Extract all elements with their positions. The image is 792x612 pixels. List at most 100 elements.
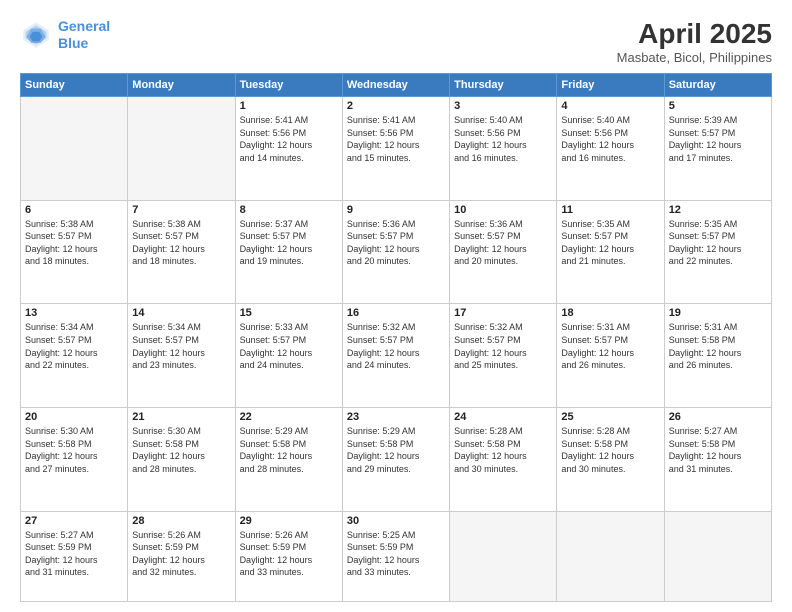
day-number: 26: [669, 411, 767, 423]
calendar-cell: 17 Sunrise: 5:32 AM Sunset: 5:57 PM Dayli…: [450, 304, 557, 408]
day-info: Sunrise: 5:33 AM Sunset: 5:57 PM Dayligh…: [240, 321, 338, 371]
calendar-week-row: 1 Sunrise: 5:41 AM Sunset: 5:56 PM Daylig…: [21, 97, 772, 201]
day-number: 25: [561, 411, 659, 423]
day-number: 22: [240, 411, 338, 423]
day-number: 4: [561, 100, 659, 112]
calendar-cell: 26 Sunrise: 5:27 AM Sunset: 5:58 PM Dayli…: [664, 408, 771, 512]
day-number: 12: [669, 204, 767, 216]
calendar-day-header: Saturday: [664, 74, 771, 97]
day-info: Sunrise: 5:40 AM Sunset: 5:56 PM Dayligh…: [561, 114, 659, 164]
calendar-week-row: 27 Sunrise: 5:27 AM Sunset: 5:59 PM Dayli…: [21, 511, 772, 601]
subtitle: Masbate, Bicol, Philippines: [617, 50, 772, 65]
title-block: April 2025 Masbate, Bicol, Philippines: [617, 18, 772, 65]
calendar-cell: [21, 97, 128, 201]
calendar-cell: 9 Sunrise: 5:36 AM Sunset: 5:57 PM Daylig…: [342, 200, 449, 304]
day-number: 14: [132, 307, 230, 319]
day-info: Sunrise: 5:41 AM Sunset: 5:56 PM Dayligh…: [240, 114, 338, 164]
day-info: Sunrise: 5:29 AM Sunset: 5:58 PM Dayligh…: [347, 425, 445, 475]
day-info: Sunrise: 5:25 AM Sunset: 5:59 PM Dayligh…: [347, 529, 445, 579]
calendar-day-header: Thursday: [450, 74, 557, 97]
calendar-day-header: Sunday: [21, 74, 128, 97]
day-number: 24: [454, 411, 552, 423]
calendar-cell: 30 Sunrise: 5:25 AM Sunset: 5:59 PM Dayli…: [342, 511, 449, 601]
day-info: Sunrise: 5:37 AM Sunset: 5:57 PM Dayligh…: [240, 218, 338, 268]
day-number: 20: [25, 411, 123, 423]
day-info: Sunrise: 5:36 AM Sunset: 5:57 PM Dayligh…: [347, 218, 445, 268]
day-number: 15: [240, 307, 338, 319]
calendar-cell: 2Sunrise: 5:41 AM Sunset: 5:56 PM Daylig…: [342, 97, 449, 201]
day-info: Sunrise: 5:36 AM Sunset: 5:57 PM Dayligh…: [454, 218, 552, 268]
day-info: Sunrise: 5:31 AM Sunset: 5:58 PM Dayligh…: [669, 321, 767, 371]
calendar-cell: 27 Sunrise: 5:27 AM Sunset: 5:59 PM Dayli…: [21, 511, 128, 601]
calendar-cell: 18Sunrise: 5:31 AM Sunset: 5:57 PM Dayli…: [557, 304, 664, 408]
day-info: Sunrise: 5:29 AM Sunset: 5:58 PM Dayligh…: [240, 425, 338, 475]
day-info: Sunrise: 5:35 AM Sunset: 5:57 PM Dayligh…: [561, 218, 659, 268]
calendar-table: SundayMondayTuesdayWednesdayThursdayFrid…: [20, 73, 772, 602]
calendar-cell: 11 Sunrise: 5:35 AM Sunset: 5:57 PM Dayli…: [557, 200, 664, 304]
day-number: 9: [347, 204, 445, 216]
calendar-week-row: 6Sunrise: 5:38 AM Sunset: 5:57 PM Daylig…: [21, 200, 772, 304]
calendar-cell: 10Sunrise: 5:36 AM Sunset: 5:57 PM Dayli…: [450, 200, 557, 304]
calendar-cell: 20Sunrise: 5:30 AM Sunset: 5:58 PM Dayli…: [21, 408, 128, 512]
day-info: Sunrise: 5:41 AM Sunset: 5:56 PM Dayligh…: [347, 114, 445, 164]
day-info: Sunrise: 5:32 AM Sunset: 5:57 PM Dayligh…: [454, 321, 552, 371]
calendar-cell: 25Sunrise: 5:28 AM Sunset: 5:58 PM Dayli…: [557, 408, 664, 512]
calendar-day-header: Wednesday: [342, 74, 449, 97]
day-number: 21: [132, 411, 230, 423]
logo-line1: General: [58, 18, 110, 34]
day-info: Sunrise: 5:34 AM Sunset: 5:57 PM Dayligh…: [132, 321, 230, 371]
day-info: Sunrise: 5:27 AM Sunset: 5:59 PM Dayligh…: [25, 529, 123, 579]
day-number: 27: [25, 515, 123, 527]
calendar-week-row: 13Sunrise: 5:34 AM Sunset: 5:57 PM Dayli…: [21, 304, 772, 408]
day-number: 5: [669, 100, 767, 112]
logo: General Blue: [20, 18, 110, 52]
calendar-cell: 3 Sunrise: 5:40 AM Sunset: 5:56 PM Daylig…: [450, 97, 557, 201]
calendar-cell: 16 Sunrise: 5:32 AM Sunset: 5:57 PM Dayli…: [342, 304, 449, 408]
calendar-day-header: Tuesday: [235, 74, 342, 97]
calendar-cell: [664, 511, 771, 601]
calendar-cell: 23 Sunrise: 5:29 AM Sunset: 5:58 PM Dayli…: [342, 408, 449, 512]
logo-icon: [20, 19, 52, 51]
calendar-cell: 8Sunrise: 5:37 AM Sunset: 5:57 PM Daylig…: [235, 200, 342, 304]
day-info: Sunrise: 5:30 AM Sunset: 5:58 PM Dayligh…: [132, 425, 230, 475]
calendar-week-row: 20 Sunrise: 5:30 AM Sunset: 5:58 PM Dayli…: [21, 408, 772, 512]
calendar-cell: 7Sunrise: 5:38 AM Sunset: 5:57 PM Daylig…: [128, 200, 235, 304]
header: General Blue April 2025 Masbate, Bicol, …: [20, 18, 772, 65]
day-number: 29: [240, 515, 338, 527]
day-info: Sunrise: 5:32 AM Sunset: 5:57 PM Dayligh…: [347, 321, 445, 371]
day-number: 19: [669, 307, 767, 319]
logo-text: General Blue: [58, 18, 110, 52]
calendar-cell: 5 Sunrise: 5:39 AM Sunset: 5:57 PM Daylig…: [664, 97, 771, 201]
day-info: Sunrise: 5:27 AM Sunset: 5:58 PM Dayligh…: [669, 425, 767, 475]
day-number: 23: [347, 411, 445, 423]
day-info: Sunrise: 5:34 AM Sunset: 5:57 PM Dayligh…: [25, 321, 123, 371]
calendar-cell: 24 Sunrise: 5:28 AM Sunset: 5:58 PM Dayli…: [450, 408, 557, 512]
calendar-header-row: SundayMondayTuesdayWednesdayThursdayFrid…: [21, 74, 772, 97]
calendar-cell: 13Sunrise: 5:34 AM Sunset: 5:57 PM Dayli…: [21, 304, 128, 408]
calendar-cell: 15 Sunrise: 5:33 AM Sunset: 5:57 PM Dayli…: [235, 304, 342, 408]
day-number: 30: [347, 515, 445, 527]
calendar-cell: 1 Sunrise: 5:41 AM Sunset: 5:56 PM Daylig…: [235, 97, 342, 201]
calendar-cell: 22 Sunrise: 5:29 AM Sunset: 5:58 PM Dayli…: [235, 408, 342, 512]
calendar-day-header: Monday: [128, 74, 235, 97]
calendar-cell: 19 Sunrise: 5:31 AM Sunset: 5:58 PM Dayli…: [664, 304, 771, 408]
calendar-cell: 4 Sunrise: 5:40 AM Sunset: 5:56 PM Daylig…: [557, 97, 664, 201]
day-number: 7: [132, 204, 230, 216]
day-info: Sunrise: 5:38 AM Sunset: 5:57 PM Dayligh…: [25, 218, 123, 268]
day-number: 16: [347, 307, 445, 319]
day-number: 3: [454, 100, 552, 112]
calendar-cell: [450, 511, 557, 601]
day-info: Sunrise: 5:26 AM Sunset: 5:59 PM Dayligh…: [132, 529, 230, 579]
calendar-cell: 6Sunrise: 5:38 AM Sunset: 5:57 PM Daylig…: [21, 200, 128, 304]
calendar-cell: 12 Sunrise: 5:35 AM Sunset: 5:57 PM Dayli…: [664, 200, 771, 304]
day-info: Sunrise: 5:40 AM Sunset: 5:56 PM Dayligh…: [454, 114, 552, 164]
logo-line2: Blue: [58, 35, 88, 51]
day-number: 11: [561, 204, 659, 216]
day-number: 1: [240, 100, 338, 112]
day-info: Sunrise: 5:35 AM Sunset: 5:57 PM Dayligh…: [669, 218, 767, 268]
main-title: April 2025: [617, 18, 772, 50]
calendar-cell: 14 Sunrise: 5:34 AM Sunset: 5:57 PM Dayli…: [128, 304, 235, 408]
day-info: Sunrise: 5:28 AM Sunset: 5:58 PM Dayligh…: [454, 425, 552, 475]
day-info: Sunrise: 5:39 AM Sunset: 5:57 PM Dayligh…: [669, 114, 767, 164]
day-number: 17: [454, 307, 552, 319]
